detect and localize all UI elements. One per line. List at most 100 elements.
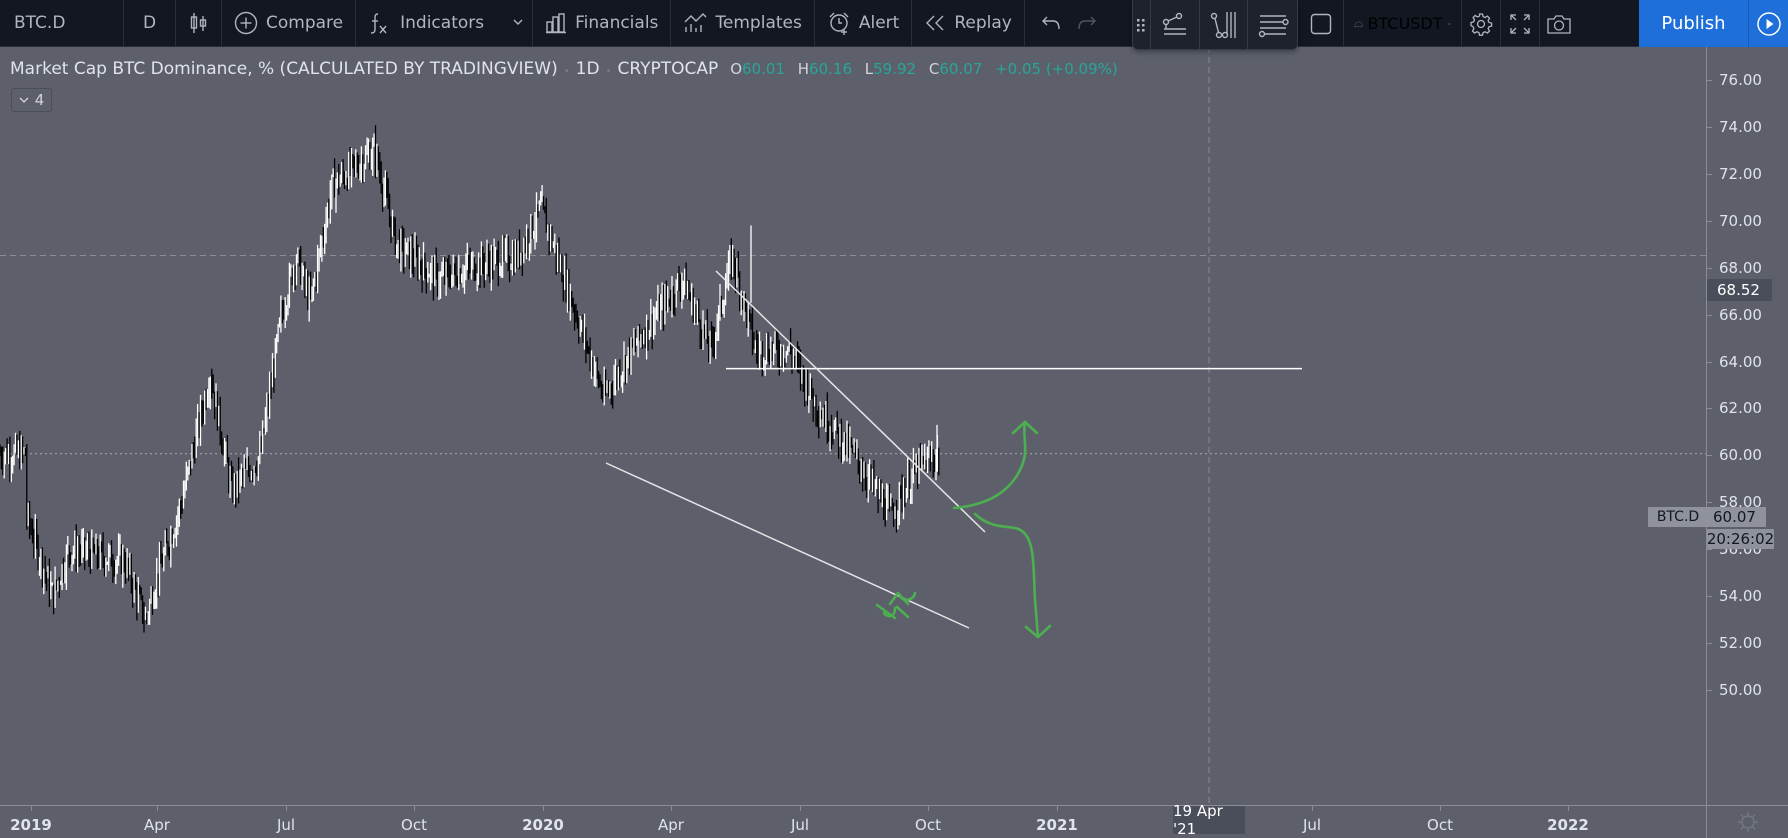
time-tick-mark	[1057, 806, 1058, 811]
price-tick-mark	[1707, 361, 1712, 363]
financials-label: Financials	[575, 13, 659, 33]
price-tick-mark	[1707, 80, 1712, 81]
alert-button[interactable]: Alert	[815, 0, 913, 46]
crosshair-price-label: 68.52	[1707, 279, 1772, 301]
ohlc-values: O60.01 H60.16 L59.92 C60.07 +0.05 (+0.09…	[730, 60, 1126, 78]
price-tick-label: 66.00	[1719, 305, 1762, 324]
low-key: L	[864, 60, 874, 78]
time-tick-mark	[800, 806, 801, 811]
time-tick-label: Jul	[276, 816, 296, 834]
redo-icon[interactable]	[1077, 15, 1097, 31]
layout-button[interactable]	[1298, 0, 1344, 47]
high-value: 60.16	[809, 60, 852, 78]
price-tick-mark	[1707, 455, 1712, 457]
price-tick-mark	[1707, 173, 1712, 175]
time-tick-mark	[1312, 806, 1313, 811]
time-tick-mark	[31, 806, 32, 811]
time-tick-mark	[286, 806, 287, 811]
publish-button[interactable]: Publish	[1639, 0, 1749, 47]
fib-icon	[1211, 11, 1237, 38]
time-tick-label: Oct	[401, 816, 427, 834]
price-tick-label: 52.00	[1719, 634, 1762, 653]
close-key: C	[928, 60, 940, 78]
fx-icon	[371, 13, 387, 34]
bar-countdown-label: 20:26:02	[1706, 529, 1775, 549]
alarm-icon	[829, 12, 849, 35]
undo-icon[interactable]	[1041, 15, 1061, 31]
settings-button[interactable]	[1462, 0, 1501, 47]
low-value: 59.92	[873, 60, 917, 78]
symbol-search-button[interactable]: BTC.D	[0, 0, 124, 46]
drawing-favorites-panel	[1132, 0, 1298, 50]
gear-icon	[1470, 12, 1493, 36]
axis-settings-corner[interactable]	[1706, 805, 1788, 838]
time-tick-label: Jul	[1302, 816, 1322, 834]
interval-button[interactable]: D	[124, 0, 176, 46]
time-tick-mark	[1568, 806, 1569, 811]
price-tick-label: 64.00	[1719, 352, 1762, 371]
chart-type-button[interactable]	[176, 0, 222, 46]
price-tick-mark	[1707, 267, 1712, 269]
price-tick-label: 50.00	[1719, 681, 1762, 699]
financials-button[interactable]: Financials	[533, 0, 672, 46]
snapshot-button[interactable]	[1540, 0, 1578, 47]
trend-line-tool-button[interactable]	[1151, 0, 1200, 49]
time-tick-mark	[671, 806, 672, 811]
undo-redo-group	[1025, 0, 1113, 46]
price-tick-mark	[1707, 549, 1712, 551]
price-tick-label: 68.00	[1719, 258, 1762, 277]
horizontal-lines-icon	[1258, 14, 1289, 37]
indicators-button[interactable]: Indicators	[356, 0, 534, 46]
publish-label: Publish	[1661, 13, 1726, 34]
candles-icon	[190, 13, 206, 33]
price-tick-mark	[1707, 408, 1712, 410]
time-tick-label: 2019	[10, 816, 52, 834]
sun-icon	[1737, 812, 1758, 832]
templates-button[interactable]: Templates	[671, 0, 815, 46]
price-tick-label: 76.00	[1719, 71, 1762, 89]
time-tick-mark	[157, 806, 158, 811]
watchlist-symbol-button[interactable]: BTCUSDT	[1344, 0, 1462, 47]
trend-line-icon	[1162, 12, 1186, 35]
bounce-scribble	[875, 591, 917, 620]
replay-button[interactable]: Replay	[912, 0, 1025, 46]
price-tick-mark	[1707, 314, 1712, 316]
templates-icon	[684, 13, 707, 32]
chart-pane[interactable]	[0, 47, 1706, 805]
indicators-collapse-button[interactable]: 4	[11, 88, 52, 112]
horizontal-lines-tool-button[interactable]	[1248, 0, 1297, 49]
symbol-label: BTC.D	[14, 13, 66, 33]
replay-label: Replay	[954, 13, 1012, 33]
grip-icon[interactable]	[1133, 0, 1151, 49]
price-axis[interactable]: 76.00 74.00 72.00 70.00 68.00 66.00 64.00 62.00…	[1706, 47, 1788, 805]
time-axis[interactable]: 2019 Apr Jul Oct 2020 Apr Jul Oct 2021 Jul Oct 2022	[0, 805, 1706, 838]
price-tick-label: 74.00	[1719, 117, 1762, 136]
price-tick-mark	[1707, 643, 1712, 645]
interval-label: D	[142, 13, 157, 33]
price-tick-mark	[1707, 690, 1712, 691]
compare-button[interactable]: Compare	[222, 0, 357, 46]
series-title[interactable]: Market Cap BTC Dominance, % (CALCULATED …	[10, 59, 558, 79]
fullscreen-button[interactable]	[1501, 0, 1540, 47]
cloud-icon	[1354, 21, 1363, 27]
camera-icon	[1547, 14, 1571, 34]
time-tick-label: 2020	[522, 816, 564, 834]
lower-trendline-drawing	[605, 462, 970, 629]
chevron-down-icon	[19, 97, 29, 103]
price-tick-label: 62.00	[1719, 399, 1762, 418]
price-tick-mark	[1707, 502, 1712, 504]
time-tick-mark	[928, 806, 929, 811]
high-key: H	[797, 60, 810, 78]
collapsed-count: 4	[34, 91, 45, 109]
rewind-icon	[926, 15, 944, 31]
play-button[interactable]	[1749, 0, 1788, 47]
time-tick-label: Apr	[144, 816, 170, 834]
financials-icon	[546, 13, 567, 34]
fib-tool-button[interactable]	[1200, 0, 1249, 49]
play-icon	[1756, 11, 1781, 36]
fullscreen-icon	[1510, 13, 1530, 34]
last-price-symbol-label: BTC.D	[1648, 507, 1708, 527]
indicators-label: Indicators	[400, 13, 485, 33]
chevron-down-icon[interactable]	[494, 17, 524, 29]
time-tick-mark	[543, 806, 544, 811]
